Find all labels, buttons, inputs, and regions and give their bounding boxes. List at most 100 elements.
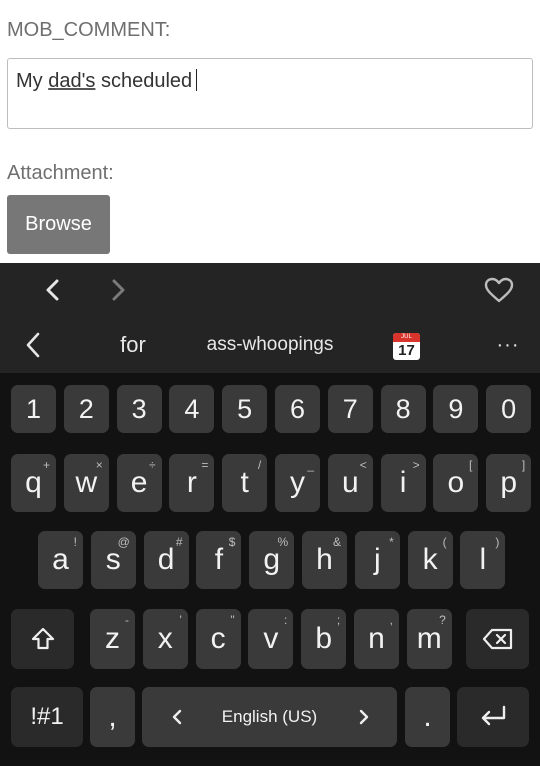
letter-key-i-alt-label: >: [412, 458, 420, 472]
letter-key-e[interactable]: e ÷: [116, 454, 162, 512]
letter-key-a[interactable]: a!: [38, 531, 83, 589]
browse-button[interactable]: Browse: [7, 195, 110, 254]
letter-key-f-label: f: [214, 543, 224, 576]
suggestion-word[interactable]: ass-whoopings: [190, 317, 350, 373]
letter-key-g[interactable]: g%: [249, 531, 295, 589]
letter-key-h[interactable]: h &: [302, 531, 347, 589]
letter-key-b-label: b: [315, 622, 333, 655]
letter-key-b-alt-label: ;: [336, 613, 341, 627]
comma-key[interactable]: ,: [90, 687, 135, 747]
chevron-left-icon[interactable]: [18, 330, 48, 360]
letter-key-a-alt-label: !: [73, 535, 77, 549]
number-key[interactable]: 4: [169, 385, 215, 433]
letter-key-p[interactable]: p]: [486, 454, 532, 512]
letter-key-s[interactable]: s @: [90, 531, 136, 589]
number-key[interactable]: 6: [275, 385, 320, 433]
number-key-label: 7: [342, 393, 358, 424]
number-key[interactable]: 2: [63, 385, 109, 433]
letter-key-n-alt-label: ,: [389, 613, 393, 627]
number-key-label: 4: [184, 393, 200, 424]
letter-key-j[interactable]: j *: [354, 531, 400, 589]
calendar-icon[interactable]: JUL 17: [393, 333, 420, 360]
shift-key[interactable]: [11, 609, 74, 669]
letter-key-m[interactable]: m?: [406, 609, 452, 669]
letter-key-m-label: m: [416, 622, 442, 655]
letter-key-z[interactable]: z-: [90, 609, 135, 669]
language-left-icon: [172, 709, 182, 725]
symbols-key[interactable]: !#1: [11, 687, 83, 747]
number-key-label: 5: [237, 393, 253, 424]
number-key-label: 6: [289, 393, 306, 424]
number-key[interactable]: 7: [327, 385, 373, 433]
letter-key-p-alt-label: ]: [521, 458, 526, 472]
letter-key-x[interactable]: x ': [142, 609, 188, 669]
backspace-icon: [482, 628, 512, 650]
number-key-label: 9: [448, 393, 464, 424]
heart-icon[interactable]: [482, 274, 516, 306]
suggestion-word[interactable]: for: [103, 317, 163, 373]
keyboard: for ass-whoopings ··· JUL 17 !#1 , Engli…: [0, 263, 540, 766]
letter-key-w[interactable]: w ×: [63, 454, 109, 512]
letter-key-b[interactable]: b;: [301, 609, 347, 669]
number-key[interactable]: 0: [486, 385, 532, 433]
letter-key-y[interactable]: y _: [275, 454, 320, 512]
letter-key-d-label: d: [157, 543, 175, 576]
number-key-label: 3: [131, 393, 147, 424]
chevron-right-icon[interactable]: [103, 275, 133, 305]
letter-key-o[interactable]: o[: [433, 454, 479, 512]
letter-key-y-label: y: [290, 466, 305, 499]
space-key[interactable]: English (US): [142, 687, 397, 747]
letter-key-k-label: k: [422, 543, 438, 576]
letter-key-t[interactable]: t /: [222, 454, 268, 512]
letter-key-t-alt-label: /: [257, 458, 262, 472]
letter-key-h-label: h: [316, 543, 333, 576]
letter-key-q[interactable]: q +: [11, 454, 56, 512]
enter-icon: [481, 705, 506, 726]
comment-text: My dad's scheduled: [16, 69, 198, 93]
shift-icon: [31, 627, 54, 650]
letter-key-c[interactable]: c ": [195, 609, 241, 669]
letter-key-u-alt-label: <: [359, 458, 367, 472]
letter-key-q-label: q: [25, 466, 42, 499]
letter-key-f[interactable]: f $: [196, 531, 242, 589]
letter-key-n-label: n: [368, 622, 385, 655]
number-key[interactable]: 5: [222, 385, 268, 433]
number-key[interactable]: 3: [116, 385, 162, 433]
letter-key-q-alt-label: +: [42, 458, 50, 472]
letter-key-x-label: x: [157, 622, 173, 655]
number-key[interactable]: 1: [11, 385, 56, 433]
enter-key[interactable]: [457, 687, 529, 747]
suggestion-bar: for ass-whoopings ···: [0, 317, 540, 373]
letter-key-e-label: e: [130, 466, 148, 499]
letter-key-v-label: v: [263, 622, 279, 655]
letter-key-k[interactable]: k(: [407, 531, 453, 589]
letter-key-i[interactable]: i >: [380, 454, 426, 512]
attachment-label: Attachment:: [7, 162, 114, 184]
letter-key-d[interactable]: d #: [143, 531, 189, 589]
calendar-month: JUL: [393, 333, 420, 342]
letter-key-l-label: l: [479, 543, 487, 576]
letter-key-h-alt-label: &: [332, 535, 341, 549]
letter-key-v[interactable]: v:: [248, 609, 294, 669]
text-caret: [196, 69, 198, 91]
calendar-day: 17: [398, 342, 415, 359]
letter-key-u[interactable]: u <: [327, 454, 373, 512]
number-key[interactable]: 8: [380, 385, 426, 433]
letter-key-d-alt-label: #: [175, 535, 183, 549]
letter-key-w-label: w: [75, 466, 98, 499]
letter-key-l[interactable]: l): [460, 531, 506, 589]
number-key[interactable]: 9: [433, 385, 479, 433]
letter-key-r-label: r: [186, 466, 197, 499]
letter-key-r[interactable]: r =: [169, 454, 215, 512]
more-options-icon[interactable]: ···: [488, 317, 528, 373]
period-key[interactable]: .: [405, 687, 450, 747]
letter-key-j-alt-label: *: [389, 535, 394, 549]
form-area: MOB_COMMENT: My dad's scheduled Attachme…: [0, 0, 540, 263]
comment-textarea[interactable]: My dad's scheduled: [7, 58, 533, 129]
backspace-key[interactable]: [466, 609, 529, 669]
number-key-label: 2: [78, 393, 94, 424]
chevron-left-icon[interactable]: [38, 275, 68, 305]
letter-key-v-alt-label: :: [284, 613, 288, 627]
letter-key-n[interactable]: n,: [354, 609, 399, 669]
letter-key-c-label: c: [210, 622, 226, 655]
